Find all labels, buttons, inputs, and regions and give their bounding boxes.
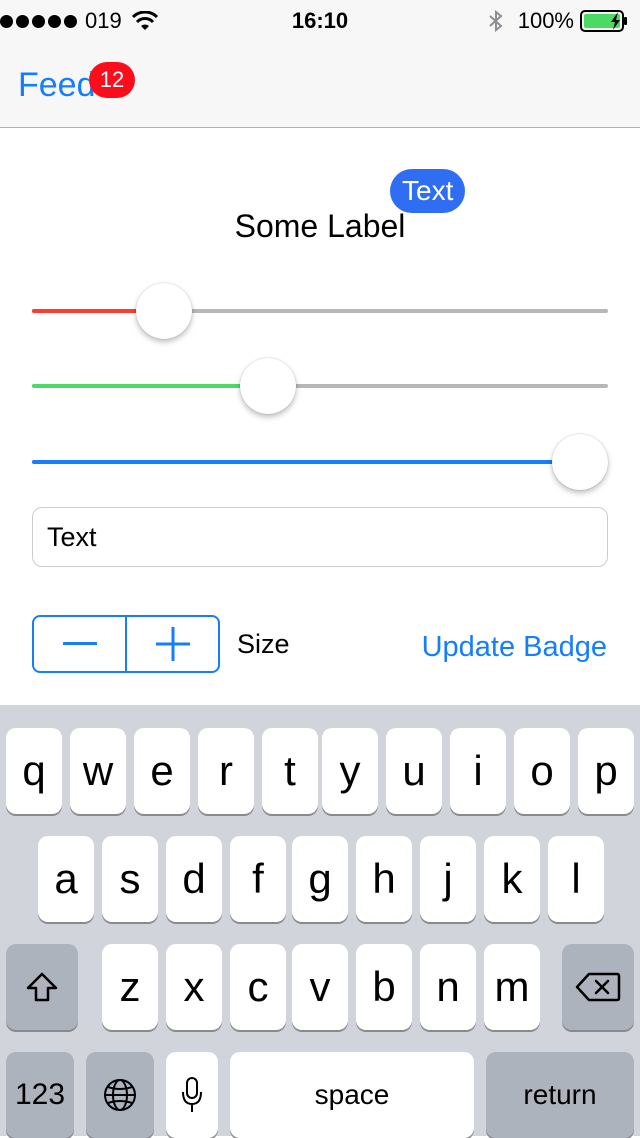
some-label: Some Label xyxy=(234,208,406,244)
status-bar: 019 16:10 100% xyxy=(0,0,640,40)
key-u[interactable]: u xyxy=(386,728,442,814)
key-f[interactable]: f xyxy=(230,836,286,922)
feed-button[interactable]: Feed 12 xyxy=(18,62,135,105)
key-t[interactable]: t xyxy=(262,728,318,814)
text-input[interactable]: Text xyxy=(32,507,608,567)
update-badge-button[interactable]: Update Badge xyxy=(422,631,607,664)
key-p[interactable]: p xyxy=(578,728,634,814)
keyboard: q w e r t y u i o p a s d f g h j k l z … xyxy=(0,705,640,1138)
minus-icon xyxy=(62,642,97,645)
label-container: Some Label xyxy=(0,208,640,245)
space-key[interactable]: space xyxy=(230,1052,474,1138)
return-key[interactable]: return xyxy=(486,1052,634,1138)
key-a[interactable]: a xyxy=(38,836,94,922)
blue-slider[interactable] xyxy=(32,432,608,492)
key-l[interactable]: l xyxy=(548,836,604,922)
key-x[interactable]: x xyxy=(166,944,222,1030)
backspace-icon xyxy=(575,972,621,1002)
key-k[interactable]: k xyxy=(484,836,540,922)
key-v[interactable]: v xyxy=(292,944,348,1030)
plus-icon xyxy=(155,627,190,661)
microphone-key[interactable] xyxy=(166,1052,218,1138)
shift-key[interactable] xyxy=(6,944,78,1030)
numbers-key[interactable]: 123 xyxy=(6,1052,74,1138)
slider-fill xyxy=(32,384,268,388)
label-badge: Text xyxy=(390,169,466,213)
slider-thumb[interactable] xyxy=(552,434,608,490)
feed-label: Feed xyxy=(18,66,96,104)
key-s[interactable]: s xyxy=(102,836,158,922)
size-label: Size xyxy=(237,629,290,659)
key-r[interactable]: r xyxy=(198,728,254,814)
navigation-bar: Feed 12 xyxy=(0,40,640,128)
battery-percent: 100% xyxy=(517,8,574,33)
key-c[interactable]: c xyxy=(230,944,286,1030)
key-h[interactable]: h xyxy=(356,836,412,922)
key-e[interactable]: e xyxy=(134,728,190,814)
key-z[interactable]: z xyxy=(102,944,158,1030)
globe-key[interactable] xyxy=(86,1052,154,1138)
key-q[interactable]: q xyxy=(6,728,62,814)
key-i[interactable]: i xyxy=(450,728,506,814)
status-right: 100% xyxy=(488,8,632,34)
key-y[interactable]: y xyxy=(322,728,378,814)
slider-thumb[interactable] xyxy=(240,358,296,414)
battery-charging-icon xyxy=(580,10,627,32)
key-n[interactable]: n xyxy=(420,944,476,1030)
key-g[interactable]: g xyxy=(292,836,348,922)
key-b[interactable]: b xyxy=(356,944,412,1030)
main-content: Some Label Text Text Size Update Badge xyxy=(0,129,640,705)
microphone-icon xyxy=(182,1077,202,1112)
bluetooth-icon xyxy=(489,9,503,33)
delete-key[interactable] xyxy=(562,944,634,1030)
key-m[interactable]: m xyxy=(484,944,540,1030)
green-slider[interactable] xyxy=(32,356,608,416)
increment-button[interactable] xyxy=(127,617,218,671)
feed-badge: 12 xyxy=(89,62,135,98)
key-d[interactable]: d xyxy=(166,836,222,922)
red-slider[interactable] xyxy=(32,281,608,341)
size-stepper[interactable] xyxy=(32,615,220,673)
slider-fill xyxy=(32,460,580,464)
key-o[interactable]: o xyxy=(514,728,570,814)
slider-thumb[interactable] xyxy=(136,283,192,339)
key-j[interactable]: j xyxy=(420,836,476,922)
globe-icon xyxy=(104,1079,136,1111)
decrement-button[interactable] xyxy=(34,617,125,671)
shift-icon xyxy=(26,972,58,1002)
key-w[interactable]: w xyxy=(70,728,126,814)
